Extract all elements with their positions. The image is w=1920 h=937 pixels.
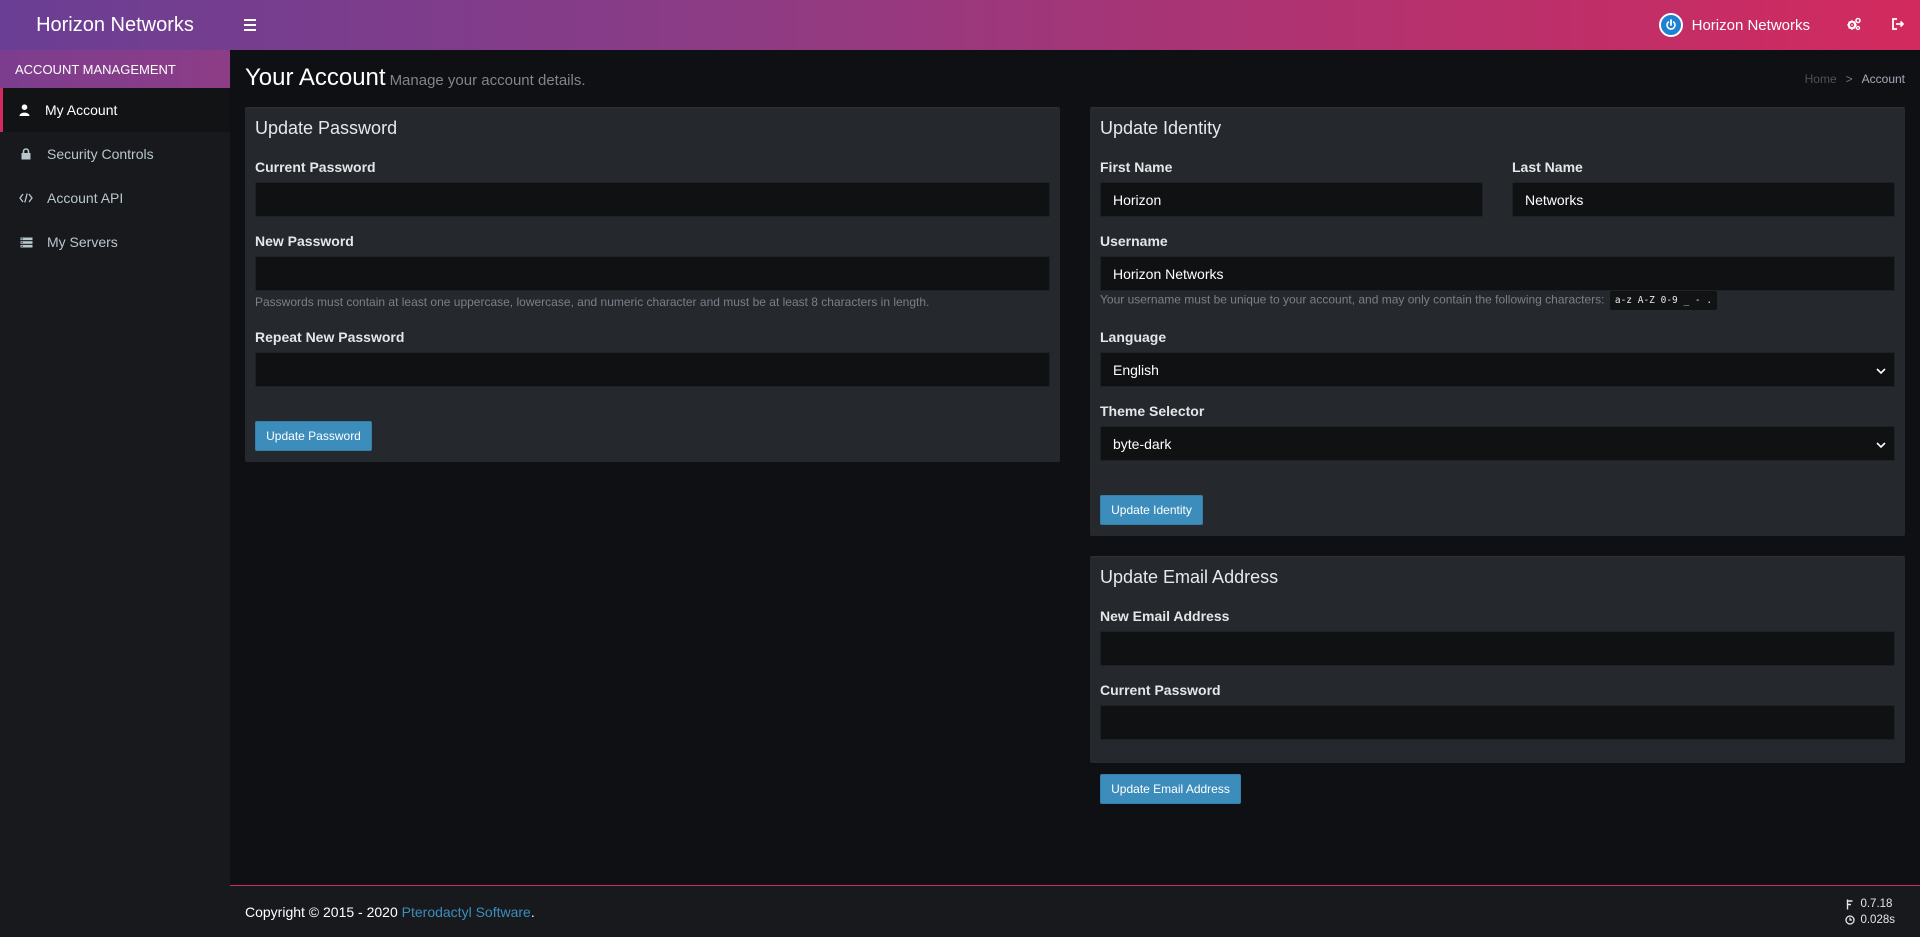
user-name: Horizon Networks xyxy=(1691,16,1810,34)
breadcrumb-current: Account xyxy=(1861,72,1905,86)
update-identity-button[interactable]: Update Identity xyxy=(1100,495,1203,525)
password-help-text: Passwords must contain at least one uppe… xyxy=(255,295,930,309)
sidebar-item-label: Security Controls xyxy=(47,146,154,162)
username-label: Username xyxy=(1100,233,1168,249)
current-password-field[interactable] xyxy=(255,182,1050,217)
repeat-password-field[interactable] xyxy=(255,352,1050,387)
update-email-button[interactable]: Update Email Address xyxy=(1100,774,1241,804)
code-icon xyxy=(19,191,33,205)
hamburger-icon xyxy=(244,18,256,33)
email-current-password-label: Current Password xyxy=(1100,682,1221,698)
render-time: 0.028s xyxy=(1860,914,1895,926)
username-field[interactable]: Horizon Networks xyxy=(1100,256,1895,291)
first-name-field[interactable]: Horizon xyxy=(1100,182,1483,217)
pterodactyl-link[interactable]: Pterodactyl Software xyxy=(402,904,531,920)
copyright-text: Copyright © 2015 - 2020 Pterodactyl Soft… xyxy=(245,904,535,920)
language-label: Language xyxy=(1100,329,1167,345)
user-menu[interactable]: Horizon Networks xyxy=(1658,13,1810,37)
update-identity-box: Update Identity First Name Horizon Last … xyxy=(1090,107,1905,536)
breadcrumb: Home > Account xyxy=(1805,72,1905,86)
sidebar-item-label: My Account xyxy=(45,102,118,118)
clock-icon xyxy=(1845,915,1856,925)
code-fork-icon xyxy=(1845,899,1855,910)
allowed-characters-code: a-z A-Z 0-9 _ - . xyxy=(1609,291,1718,310)
sidebar-item-account-api[interactable]: Account API xyxy=(0,176,230,220)
new-password-label: New Password xyxy=(255,233,354,249)
chevron-down-icon xyxy=(1876,362,1886,378)
chevron-down-icon xyxy=(1876,436,1886,452)
repeat-password-label: Repeat New Password xyxy=(255,329,405,345)
copyright-suffix: . xyxy=(530,904,535,920)
update-email-box: Update Email Address New Email Address C… xyxy=(1090,556,1905,804)
new-password-field[interactable] xyxy=(255,256,1050,291)
top-navbar: Horizon Networks Horizon Networks xyxy=(0,0,1920,50)
lock-icon xyxy=(19,147,33,161)
theme-select[interactable]: byte-dark xyxy=(1100,426,1895,461)
sidebar-item-my-servers[interactable]: My Servers xyxy=(0,220,230,264)
page-title: Your Account xyxy=(245,64,386,91)
breadcrumb-separator: > xyxy=(1845,72,1853,86)
first-name-label: First Name xyxy=(1100,159,1173,175)
logout-button[interactable] xyxy=(1876,0,1920,50)
sidebar-toggle-button[interactable] xyxy=(230,0,270,50)
copyright-prefix: Copyright © 2015 - 2020 xyxy=(245,904,402,920)
last-name-field[interactable]: Networks xyxy=(1512,182,1895,217)
last-name-label: Last Name xyxy=(1512,159,1583,175)
current-password-label: Current Password xyxy=(255,159,376,175)
username-help: Your username must be unique to your acc… xyxy=(1100,291,1718,310)
sidebar-item-label: My Servers xyxy=(47,234,118,250)
email-current-password-field[interactable] xyxy=(1100,705,1895,740)
theme-selector-label: Theme Selector xyxy=(1100,403,1205,419)
box-title: Update Email Address xyxy=(1100,567,1279,587)
page-header: Your Account Manage your account details… xyxy=(245,64,586,92)
sidebar-header: ACCOUNT MANAGEMENT xyxy=(0,50,230,88)
sidebar-item-label: Account API xyxy=(47,190,124,206)
update-password-button[interactable]: Update Password xyxy=(255,421,372,451)
breadcrumb-home-link[interactable]: Home xyxy=(1805,72,1837,86)
version-info: 0.7.18 0.028s xyxy=(1845,896,1895,928)
user-icon xyxy=(17,103,31,117)
sidebar: ACCOUNT MANAGEMENT My Account Security C… xyxy=(0,50,230,937)
box-title: Update Password xyxy=(255,118,398,138)
box-title: Update Identity xyxy=(1100,118,1222,138)
language-selected-value: English xyxy=(1113,361,1159,378)
power-avatar-icon xyxy=(1658,13,1683,37)
footer: Copyright © 2015 - 2020 Pterodactyl Soft… xyxy=(230,885,1920,937)
cogs-icon xyxy=(1846,17,1862,34)
username-help-text: Your username must be unique to your acc… xyxy=(1100,292,1605,307)
language-select[interactable]: English xyxy=(1100,352,1895,387)
sidebar-item-my-account[interactable]: My Account xyxy=(0,88,230,132)
sign-out-icon xyxy=(1891,17,1905,34)
topbar-right: Horizon Networks xyxy=(1658,0,1920,50)
sidebar-item-security-controls[interactable]: Security Controls xyxy=(0,132,230,176)
server-icon xyxy=(19,235,33,249)
version-number: 0.7.18 xyxy=(1860,898,1893,910)
admin-settings-button[interactable] xyxy=(1832,0,1876,50)
update-password-box: Update Password Current Password New Pas… xyxy=(245,107,1060,462)
theme-selected-value: byte-dark xyxy=(1113,435,1172,452)
new-email-field[interactable] xyxy=(1100,631,1895,666)
new-email-label: New Email Address xyxy=(1100,608,1230,624)
main-content: Your Account Manage your account details… xyxy=(230,50,1920,887)
brand-logo[interactable]: Horizon Networks xyxy=(0,0,230,50)
page-subtitle: Manage your account details. xyxy=(389,72,586,89)
